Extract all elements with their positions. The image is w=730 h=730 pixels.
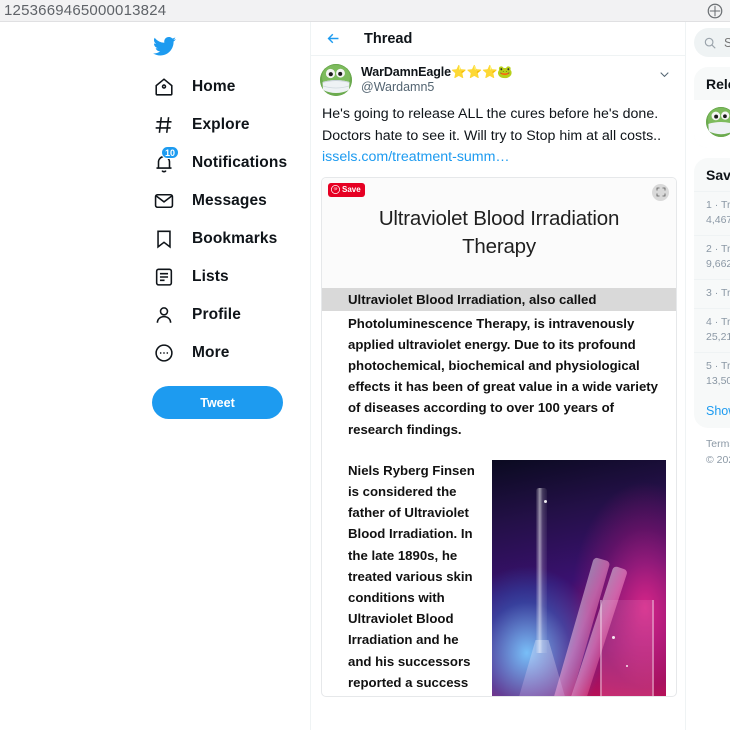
sidebar-item-lists[interactable]: Lists: [152, 258, 310, 296]
card-highlight-line: Ultraviolet Blood Irradiation, also call…: [322, 287, 676, 311]
search-icon: [704, 37, 716, 49]
laboratory-glassware-photo: [492, 459, 666, 696]
trend-count: 13,50 Tweets: [706, 375, 730, 387]
relevant-people-panel: Relevant people WarDamnEagle @War: [694, 67, 730, 148]
trend-count: 25,21 Tweets: [706, 331, 730, 343]
show-more-link[interactable]: Show more: [694, 396, 730, 428]
nav-items: Home Explore 10 Notifications Messages B…: [152, 68, 310, 372]
topbar-title: 1253669465000013824: [4, 1, 167, 19]
tweet-button[interactable]: Tweet: [152, 386, 283, 419]
bookmark-icon: [152, 227, 176, 251]
beaker-shape: [600, 599, 654, 696]
trend-count: 9,662 Tweets: [706, 258, 730, 270]
sidebar-item-profile[interactable]: Profile: [152, 296, 310, 334]
sidebar-item-explore[interactable]: Explore: [152, 106, 310, 144]
card-paragraph-2: Niels Ryberg Finsen is considered the fa…: [348, 462, 475, 690]
author-names: WarDamnEagle⭐⭐⭐🐸 @Wardamn5: [361, 64, 649, 95]
card-split-section: Niels Ryberg Finsen is considered the fa…: [322, 440, 676, 696]
chevron-down-icon[interactable]: [658, 64, 673, 79]
back-arrow-icon[interactable]: [325, 30, 342, 47]
trend-meta: 2 · Trending: [706, 243, 730, 255]
sidebar-item-messages[interactable]: Messages: [152, 182, 310, 220]
twitter-app: Home Explore 10 Notifications Messages B…: [0, 22, 730, 730]
article-card[interactable]: Save Ultraviolet Blood Irradiation Thera…: [321, 176, 677, 697]
sidebar-item-label: Explore: [192, 116, 250, 133]
twitter-bird-logo[interactable]: [152, 28, 310, 64]
sidebar-item-more[interactable]: More: [152, 334, 310, 372]
trend-meta: 3 · Trending: [706, 287, 730, 299]
list-item[interactable]: 4 · Trending 25,21 Tweets: [694, 308, 730, 352]
sidebar-item-label: Profile: [192, 306, 241, 323]
tweet-text-line-1: He's going to release ALL the cures befo…: [322, 106, 659, 122]
trend-meta: 5 · Trending: [706, 360, 730, 372]
flask-neck-shape: [536, 487, 547, 653]
tweet-link[interactable]: issels.com/treatment-summ…: [322, 147, 671, 169]
card-title: Ultraviolet Blood Irradiation Therapy: [378, 206, 620, 258]
list-item[interactable]: 3 · Trending: [694, 279, 730, 308]
sidebar-navigation: Home Explore 10 Notifications Messages B…: [0, 22, 310, 730]
sidebar-item-notifications[interactable]: 10 Notifications: [152, 144, 310, 182]
pinterest-icon: [331, 185, 340, 194]
list-item[interactable]: 5 · Trending 13,50 Tweets: [694, 352, 730, 396]
avatar[interactable]: [320, 64, 352, 96]
highlight-spark: [544, 499, 547, 503]
relevant-people-title: Relevant people: [706, 76, 730, 92]
author-display-name: WarDamnEagle⭐⭐⭐🐸: [361, 65, 513, 79]
list-item[interactable]: 1 · Trending 4,467 Tweets: [694, 191, 730, 235]
list-item[interactable]: WarDamnEagle @Wardamn5: [694, 100, 730, 148]
sidebar-item-label: Messages: [192, 192, 267, 209]
sidebar-item-label: More: [192, 344, 230, 361]
sidebar-item-label: Notifications: [192, 154, 288, 171]
trends-panel: Save 1 · Trending 4,467 Tweets 2 · Trend…: [694, 158, 730, 428]
sidebar-item-bookmarks[interactable]: Bookmarks: [152, 220, 310, 258]
card-hero: Save Ultraviolet Blood Irradiation Thera…: [322, 177, 676, 288]
search-input[interactable]: [724, 35, 730, 50]
card-body: Ultraviolet Blood Irradiation, also call…: [322, 287, 676, 696]
home-icon: [152, 75, 176, 99]
footer-links: Terms © 2020 Twitter, Inc.: [694, 428, 730, 468]
tweet-text-line-2: Doctors hate to see it. Will try to Stop…: [322, 127, 662, 144]
trend-count: 4,467 Tweets: [706, 214, 730, 226]
tweet-author-row: WarDamnEagle⭐⭐⭐🐸 @Wardamn5: [311, 56, 685, 96]
expand-icon[interactable]: [652, 183, 669, 201]
sidebar-item-label: Home: [192, 78, 236, 95]
trends-title: Save: [706, 167, 730, 183]
search-input-wrapper[interactable]: [694, 28, 730, 57]
trend-meta: 1 · Trending: [706, 199, 730, 211]
avatar[interactable]: [706, 107, 730, 137]
highlight-spark: [612, 635, 615, 639]
compass-icon[interactable]: [706, 2, 724, 20]
hash-icon: [152, 113, 176, 137]
sidebar-item-home[interactable]: Home: [152, 68, 310, 106]
page-title: Thread: [364, 30, 413, 47]
thread-column: Thread WarDamnEagle⭐⭐⭐🐸 @Wardamn5 He's g…: [310, 22, 686, 730]
trend-meta: 4 · Trending: [706, 316, 730, 328]
pinterest-save-label: Save: [342, 185, 361, 194]
list-icon: [152, 265, 176, 289]
envelope-icon: [152, 189, 176, 213]
highlight-spark: [626, 664, 628, 667]
bell-icon: 10: [152, 146, 180, 175]
thread-header: Thread: [311, 22, 685, 56]
card-paragraph-1: Photoluminescence Therapy, is intravenou…: [348, 315, 659, 437]
browser-topbar: 1253669465000013824: [0, 0, 730, 22]
list-item[interactable]: 2 · Trending 9,662 Tweets: [694, 235, 730, 279]
ellipsis-circle-icon: [152, 341, 176, 365]
sidebar-item-label: Lists: [192, 268, 229, 285]
pinterest-save-button[interactable]: Save: [328, 182, 365, 197]
person-icon: [152, 303, 176, 327]
terms-link[interactable]: Terms: [706, 436, 730, 452]
copyright-text: © 2020 Twitter, Inc.: [706, 454, 730, 466]
author-handle: @Wardamn5: [361, 80, 435, 95]
notifications-badge: 10: [161, 146, 180, 159]
right-sidebar: Relevant people WarDamnEagle @War: [686, 22, 730, 730]
sidebar-item-label: Bookmarks: [192, 230, 278, 247]
tweet-body: He's going to release ALL the cures befo…: [311, 96, 685, 169]
